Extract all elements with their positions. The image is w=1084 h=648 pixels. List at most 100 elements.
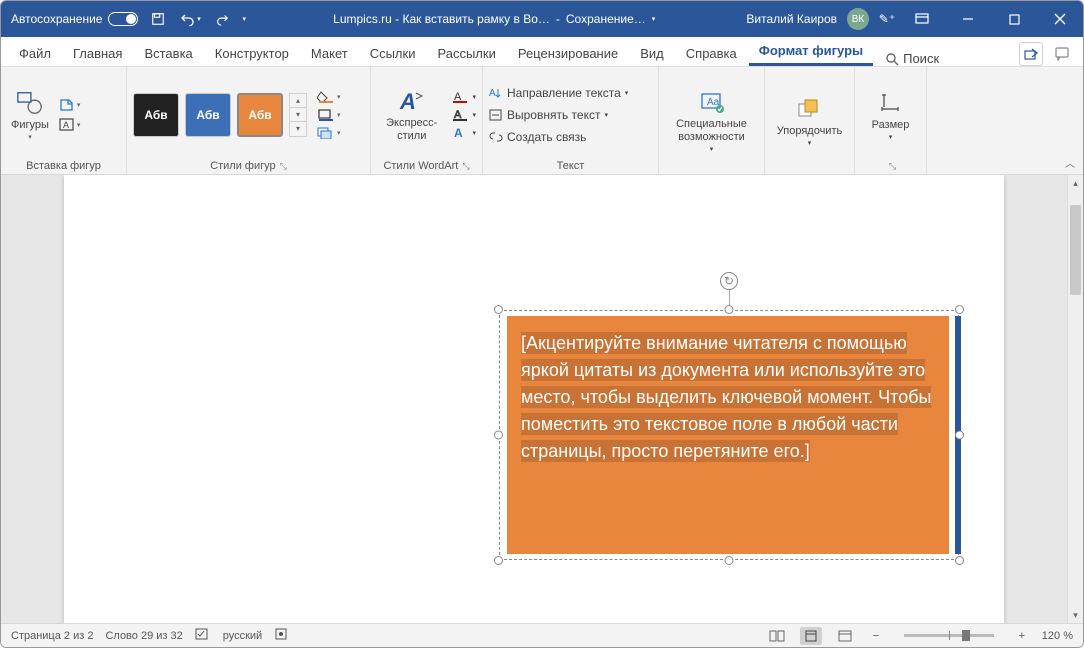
redo-button[interactable] bbox=[210, 7, 234, 31]
maximize-button[interactable] bbox=[991, 1, 1037, 37]
handle-bottom-left[interactable] bbox=[494, 556, 503, 565]
read-mode-button[interactable] bbox=[766, 627, 788, 645]
tab-mailings[interactable]: Рассылки bbox=[427, 40, 505, 66]
zoom-level[interactable]: 120 % bbox=[1042, 630, 1073, 642]
language-indicator[interactable]: русский bbox=[223, 630, 262, 642]
minimize-button[interactable] bbox=[945, 1, 991, 37]
shapes-gallery-button[interactable]: Фигуры ▾ bbox=[7, 89, 53, 141]
group-wordart-styles: A Экспресс-стили A▾ A▾ A▾ Стили WordArt⤡ bbox=[371, 67, 483, 174]
share-button[interactable] bbox=[1019, 42, 1043, 66]
tab-help[interactable]: Справка bbox=[676, 40, 747, 66]
toggle-switch-icon[interactable] bbox=[108, 12, 138, 26]
create-link-button[interactable]: Создать связь bbox=[489, 128, 628, 146]
edit-shape-button[interactable]: ▾ bbox=[59, 98, 81, 112]
text-fill-button[interactable]: A▾ bbox=[452, 91, 476, 103]
text-effects-button[interactable]: A▾ bbox=[452, 127, 476, 139]
handle-bottom[interactable] bbox=[725, 556, 734, 565]
undo-button[interactable]: ▾ bbox=[178, 7, 202, 31]
group-size: Размер▾ ⤡ bbox=[855, 67, 927, 174]
rotation-handle[interactable]: ↻ bbox=[720, 272, 738, 290]
collapse-ribbon-button[interactable]: ︿ bbox=[1065, 155, 1075, 170]
shape-body[interactable]: [Акцентируйте внимание читателя с помощь… bbox=[507, 316, 949, 554]
handle-left[interactable] bbox=[494, 431, 503, 440]
link-icon bbox=[489, 131, 503, 143]
selected-textbox-shape[interactable]: ↻ [Акцентируйте внимание читателя с помо… bbox=[499, 310, 959, 560]
shapes-label: Фигуры bbox=[11, 119, 49, 131]
group-arrange: Упорядочить▾ bbox=[765, 67, 855, 174]
size-button[interactable]: Размер▾ bbox=[868, 89, 914, 141]
gallery-scroll-buttons[interactable]: ▴▾▾ bbox=[289, 93, 307, 137]
svg-text:A: A bbox=[489, 88, 496, 99]
tab-home[interactable]: Главная bbox=[63, 40, 132, 66]
shape-outline-button[interactable]: ▾ bbox=[317, 109, 341, 121]
wordart-icon: A bbox=[398, 87, 426, 115]
handle-top[interactable] bbox=[725, 305, 734, 314]
handle-top-right[interactable] bbox=[955, 305, 964, 314]
dialog-launcher-icon[interactable]: ⤡ bbox=[889, 161, 896, 172]
tab-review[interactable]: Рецензирование bbox=[508, 40, 628, 66]
group-shape-styles: Абв Абв Абв ▴▾▾ ▾ ▾ ▾ Стили фигур⤡ bbox=[127, 67, 371, 174]
tab-file[interactable]: Файл bbox=[9, 40, 61, 66]
scroll-up-icon[interactable]: ▴ bbox=[1068, 175, 1083, 191]
style-swatch-orange[interactable]: Абв bbox=[237, 93, 283, 137]
svg-text:A: A bbox=[454, 127, 463, 139]
comments-button[interactable] bbox=[1051, 42, 1075, 66]
tell-me-search[interactable]: Поиск bbox=[885, 51, 939, 66]
zoom-slider[interactable] bbox=[904, 634, 994, 637]
dialog-launcher-icon[interactable]: ⤡ bbox=[462, 161, 469, 172]
wordart-label: Экспресс-стили bbox=[381, 117, 442, 141]
arrange-button[interactable]: Упорядочить▾ bbox=[773, 95, 846, 147]
align-text-button[interactable]: Выровнять текст▾ bbox=[489, 106, 628, 124]
autosave-label: Автосохранение bbox=[11, 12, 102, 26]
accessibility-button[interactable]: Aa Специальные возможности▾ bbox=[665, 88, 758, 152]
app-window: Автосохранение ▾ ▾ Lumpics.ru - Как вста… bbox=[0, 0, 1084, 648]
zoom-out-button[interactable]: − bbox=[868, 630, 884, 642]
macro-record-icon[interactable] bbox=[274, 627, 288, 644]
shape-text[interactable]: [Акцентируйте внимание читателя с помощь… bbox=[521, 330, 935, 465]
group-label-insert: Вставка фигур bbox=[7, 158, 120, 174]
tab-shape-format[interactable]: Формат фигуры bbox=[749, 37, 873, 66]
spellcheck-icon[interactable] bbox=[195, 627, 211, 644]
scroll-down-icon[interactable]: ▾ bbox=[1068, 607, 1083, 623]
style-swatch-dark[interactable]: Абв bbox=[133, 93, 179, 137]
page-indicator[interactable]: Страница 2 из 2 bbox=[11, 630, 93, 642]
zoom-thumb[interactable] bbox=[962, 630, 970, 641]
scrollbar-thumb[interactable] bbox=[1070, 205, 1081, 295]
handle-top-left[interactable] bbox=[494, 305, 503, 314]
group-insert-shapes: Фигуры ▾ ▾ A▾ Вставка фигур bbox=[1, 67, 127, 174]
print-layout-button[interactable] bbox=[800, 627, 822, 645]
document-page[interactable]: ↻ [Акцентируйте внимание читателя с помо… bbox=[64, 175, 1004, 623]
vertical-scrollbar[interactable]: ▴ ▾ bbox=[1067, 175, 1083, 623]
save-status: Сохранение… bbox=[566, 12, 646, 26]
wordart-quick-styles-button[interactable]: A Экспресс-стили bbox=[377, 87, 446, 141]
tab-insert[interactable]: Вставка bbox=[134, 40, 202, 66]
ribbon-display-button[interactable] bbox=[899, 1, 945, 37]
text-fill-icon: A bbox=[452, 91, 470, 103]
web-layout-button[interactable] bbox=[834, 627, 856, 645]
user-avatar[interactable]: ВК bbox=[847, 8, 869, 30]
tab-view[interactable]: Вид bbox=[630, 40, 674, 66]
tab-references[interactable]: Ссылки bbox=[360, 40, 426, 66]
ribbon: Фигуры ▾ ▾ A▾ Вставка фигур Абв Абв Абв … bbox=[1, 67, 1083, 175]
quick-tools-icon[interactable]: ✎⁺ bbox=[875, 7, 899, 31]
autosave-toggle[interactable]: Автосохранение bbox=[11, 12, 138, 26]
text-outline-button[interactable]: A▾ bbox=[452, 109, 476, 121]
status-bar: Страница 2 из 2 Слово 29 из 32 русский −… bbox=[1, 623, 1083, 647]
tab-design[interactable]: Конструктор bbox=[205, 40, 299, 66]
handle-bottom-right[interactable] bbox=[955, 556, 964, 565]
word-count[interactable]: Слово 29 из 32 bbox=[105, 630, 182, 642]
close-button[interactable] bbox=[1037, 1, 1083, 37]
handle-right[interactable] bbox=[955, 431, 964, 440]
style-swatch-blue[interactable]: Абв bbox=[185, 93, 231, 137]
save-icon[interactable] bbox=[146, 7, 170, 31]
shape-fill-button[interactable]: ▾ bbox=[317, 91, 341, 103]
tab-layout[interactable]: Макет bbox=[301, 40, 358, 66]
align-icon bbox=[489, 109, 503, 121]
zoom-in-button[interactable]: + bbox=[1014, 630, 1030, 642]
dialog-launcher-icon[interactable]: ⤡ bbox=[280, 161, 287, 172]
text-box-button[interactable]: A▾ bbox=[59, 118, 81, 132]
document-scroll-area[interactable]: ↻ [Акцентируйте внимание читателя с помо… bbox=[1, 175, 1067, 623]
user-name[interactable]: Виталий Каиров bbox=[742, 12, 841, 26]
text-direction-button[interactable]: AНаправление текста▾ bbox=[489, 84, 628, 102]
shape-effects-button[interactable]: ▾ bbox=[317, 127, 341, 139]
